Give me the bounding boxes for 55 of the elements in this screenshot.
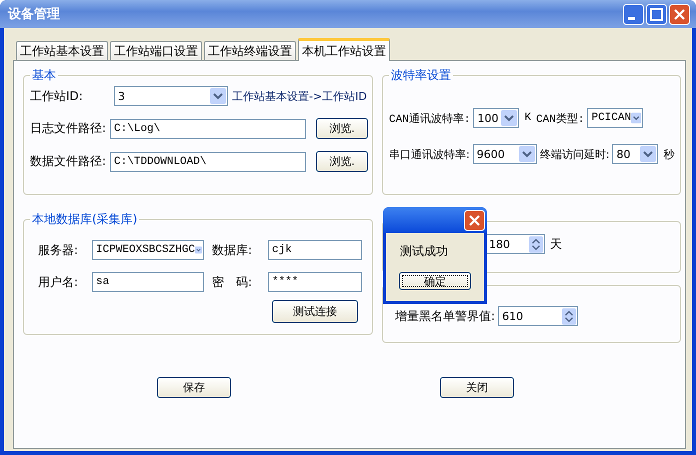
field-label: CAN类型: — [536, 112, 584, 126]
serial-baud-dropdown[interactable]: 9600 — [472, 144, 537, 164]
tab[interactable]: 工作站终端设置 — [204, 41, 296, 60]
field-label: 密 码: — [211, 274, 254, 290]
username-field[interactable]: sa — [92, 272, 204, 292]
group-title: 波特率设置 — [390, 67, 452, 84]
station-id-dropdown[interactable]: 3 — [114, 86, 228, 106]
tab[interactable]: 工作站端口设置 — [110, 41, 202, 60]
field-label: CAN通讯波特率: — [389, 112, 470, 126]
ok-button[interactable]: 确定 — [399, 272, 471, 290]
minimize-icon[interactable] — [623, 4, 644, 24]
field-label: 数据文件路径: — [30, 153, 106, 170]
unit-label: 天 — [549, 236, 564, 252]
spin-arrows-icon — [529, 236, 544, 252]
can-type-dropdown[interactable]: PCICAN — [587, 108, 644, 128]
threshold-spin-field[interactable]: 610 — [498, 306, 578, 326]
field-label: 用户名: — [37, 274, 80, 290]
hint-text: 工作站基本设置->工作站ID — [232, 88, 367, 104]
close-icon[interactable] — [669, 4, 690, 24]
dialog-button[interactable]: 保存 — [157, 377, 231, 398]
field-label: 工作站ID: — [30, 88, 84, 104]
maximize-icon[interactable] — [646, 4, 667, 24]
group-title: 基本 — [31, 67, 57, 84]
dialog-message: 测试成功 — [399, 243, 448, 260]
password-field[interactable]: **** — [268, 272, 362, 292]
tab[interactable]: 工作站基本设置 — [16, 41, 108, 60]
log-path-field[interactable]: C:\Log\ — [110, 118, 306, 138]
field-label: 日志文件路径: — [30, 120, 106, 137]
chevron-down-icon — [518, 146, 535, 162]
delay-dropdown[interactable]: 80 — [612, 144, 658, 164]
server-dropdown[interactable]: ICPWEOXSBCSZHGC — [92, 240, 204, 260]
window-title: 设备管理 — [8, 6, 60, 23]
field-label: 数据库: — [211, 242, 254, 258]
field-label: 终端访问延时: — [540, 146, 610, 162]
field-label: 服务器: — [37, 242, 80, 258]
spin-arrows-icon — [562, 308, 576, 324]
test-connection-button[interactable]: 测试连接 — [272, 300, 358, 323]
data-path-field[interactable]: C:\TDDOWNLOAD\ — [110, 152, 306, 172]
unit-label: 秒 — [662, 146, 676, 162]
chevron-down-icon — [210, 88, 226, 104]
can-baud-dropdown[interactable]: 100 — [473, 108, 520, 128]
chevron-down-icon — [640, 146, 656, 162]
browse-button[interactable]: 浏览. — [316, 118, 368, 139]
tab[interactable]: 本机工作站设置 — [298, 38, 390, 61]
group-title: 本地数据库(采集库) — [31, 211, 138, 228]
field-label: 串口通讯波特率: — [389, 146, 470, 162]
close-icon[interactable] — [464, 210, 485, 230]
chevron-down-icon — [631, 110, 642, 126]
database-field[interactable]: cjk — [268, 240, 362, 260]
days-spin-field[interactable]: 180 — [485, 234, 546, 254]
chevron-down-icon — [501, 110, 518, 126]
field-label: 增量黑名单警界值: — [395, 308, 496, 324]
dialog-button[interactable]: 关闭 — [440, 377, 514, 398]
unit-label: K — [523, 112, 532, 124]
browse-button[interactable]: 浏览. — [316, 151, 368, 172]
